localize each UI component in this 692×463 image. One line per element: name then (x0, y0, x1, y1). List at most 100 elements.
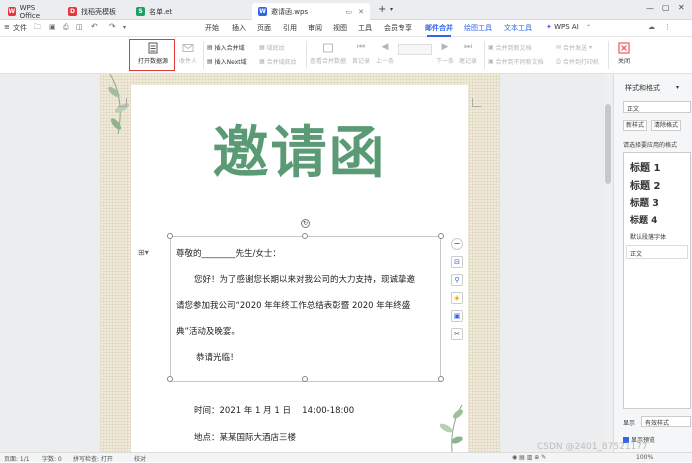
paragraph-line[interactable]: 典”活动及晚宴。 (176, 325, 240, 337)
separator (608, 41, 609, 69)
tab-template[interactable]: D 找稻壳模板 (62, 3, 128, 20)
paragraph-line[interactable]: 请您参加我公司“2020 年年终工作总结表彰暨 2020 年年终盛 (176, 299, 410, 311)
menu-insert[interactable]: 插入 (232, 23, 246, 33)
menu-reference[interactable]: 引用 (283, 23, 297, 33)
resize-handle[interactable] (438, 376, 444, 382)
paragraph-line[interactable]: 您好！为了感谢您长期以来对我公司的大力支持，现诚挚邀 (194, 273, 415, 285)
settings-icon[interactable]: ⋮ (664, 23, 671, 31)
current-style-input[interactable]: 正文 (623, 101, 691, 113)
new-doc-icon: ▣ (488, 44, 494, 51)
new-style-button[interactable]: 新样式 (623, 120, 647, 131)
insert-next-field-button[interactable]: ▤ 插入Next域 (207, 57, 247, 66)
show-select[interactable]: 有效样式 (641, 416, 691, 427)
last-record-button[interactable]: ⏭ 尾记录 (456, 42, 480, 65)
link-icon[interactable]: ⚲ (451, 274, 463, 286)
minus-icon[interactable]: − (451, 238, 463, 250)
merge-send-button[interactable]: ✉ 合并发送 ▾ (556, 43, 592, 52)
menu-tools[interactable]: 工具 (358, 23, 372, 33)
resize-handle[interactable] (302, 376, 308, 382)
menu-icon[interactable]: ≡ (4, 23, 10, 31)
rotate-handle-icon[interactable]: ↻ (301, 219, 310, 228)
menu-mail-merge[interactable]: 邮件合并 (425, 23, 453, 37)
welcome-line[interactable]: 恭请光临！ (196, 351, 239, 363)
floating-toolbar: − ⊟ ⚲ ◈ ▣ ✂ (451, 238, 464, 340)
insert-merge-field-button[interactable]: ▤ 插入合并域 (207, 43, 245, 52)
menu-start[interactable]: 开始 (205, 23, 219, 33)
maximize-icon[interactable]: ▢ (662, 3, 670, 12)
redo-icon[interactable]: ↷ (109, 22, 116, 31)
zoom-level[interactable]: 100% (636, 454, 653, 461)
view-merged-data-button[interactable]: 查看合并数据 (310, 42, 346, 65)
next-record-button[interactable]: ▶ 下一条 (434, 42, 456, 65)
writer-icon: W (258, 7, 267, 16)
merge-field-shading-button[interactable]: ▦ 合并域底纹 (259, 57, 297, 66)
clear-format-button[interactable]: 清除格式 (651, 120, 681, 131)
style-heading-4[interactable]: 标题 4 (630, 213, 657, 226)
prev-record-button[interactable]: ◀ 上一条 (374, 42, 396, 65)
record-number-input[interactable] (398, 44, 432, 55)
chevron-down-icon[interactable]: ▾ (676, 84, 679, 91)
menu-member[interactable]: 会员专享 (384, 23, 412, 33)
resize-handle[interactable] (167, 376, 173, 382)
style-default-font[interactable]: 默认段落字体 (630, 232, 666, 241)
ribbon-collapse-icon[interactable]: ⌃ (586, 24, 591, 31)
style-list[interactable]: 标题 1 标题 2 标题 3 标题 4 默认段落字体 正文 (623, 152, 691, 409)
more-icon[interactable]: ▾ (123, 24, 126, 31)
chevron-down-icon[interactable]: ▾ (390, 6, 393, 13)
save-icon[interactable]: ▣ (49, 23, 56, 31)
screen-icon[interactable]: ▭ (345, 8, 352, 16)
style-body[interactable]: 正文 (626, 245, 688, 259)
doc-title[interactable]: 邀请函 (131, 122, 468, 186)
merge-to-new-doc-button[interactable]: ▣ 合并到新文档 (488, 43, 532, 52)
share-icon[interactable]: ☁ (648, 23, 655, 31)
preview-icon[interactable]: ◫ (76, 23, 83, 31)
style-heading-3[interactable]: 标题 3 (630, 195, 659, 209)
resize-handle[interactable] (167, 233, 173, 239)
last-icon: ⏭ (463, 42, 473, 52)
fill-color-icon[interactable]: ◈ (451, 292, 463, 304)
margin-mark (118, 98, 127, 107)
menu-view[interactable]: 视图 (333, 23, 347, 33)
recipients-button[interactable]: 收件人 (176, 42, 200, 65)
view-mode-icon[interactable]: ◉ ▤ ▥ ⊕ ✎ (512, 454, 546, 461)
watermark: CSDN @2401_87521177 (537, 442, 648, 452)
tab-wps-office[interactable]: W WPS Office (2, 3, 58, 20)
minimize-icon[interactable]: — (646, 4, 654, 13)
close-window-icon[interactable]: ✕ (678, 3, 685, 12)
menu-text-tools[interactable]: 文本工具 (504, 23, 532, 33)
menu-wps-ai[interactable]: ✦ WPS AI (546, 23, 579, 31)
close-merge-button[interactable]: 关闭 (613, 42, 635, 65)
mail-merge-ribbon: 打开数据源 收件人 ▤ 插入合并域 ▤ 插入Next域 ▦ 域底纹 ▦ 合并域底纹 查看… (0, 37, 692, 74)
place-line[interactable]: 地点：某某国际大酒店三楼 (194, 431, 296, 443)
merge-to-printer-button[interactable]: ⎙ 合并到打印机 (556, 57, 599, 67)
merge-to-diff-docs-button[interactable]: ▣ 合并到不同新文档 (488, 57, 544, 66)
layout-options-icon[interactable]: ⊞▾ (138, 248, 149, 257)
time-line[interactable]: 时间：2021 年 1 月 1 日 14:00-18:00 (194, 404, 354, 416)
file-menu[interactable]: 文件 (13, 23, 27, 33)
first-record-button[interactable]: ⏮ 首记录 (350, 42, 372, 65)
crop-icon[interactable]: ✂ (451, 328, 463, 340)
menu-page[interactable]: 页面 (257, 23, 271, 33)
style-heading-2[interactable]: 标题 2 (630, 177, 660, 192)
print-icon[interactable]: ⎙ (63, 23, 69, 32)
folder-icon[interactable]: 🗀 (34, 23, 41, 34)
tab-invitation[interactable]: W 邀请函.wps ▭ ✕ (252, 3, 370, 20)
greeting-line[interactable]: 尊敬的________先生/女士： (176, 247, 281, 259)
undo-icon[interactable]: ↶ (91, 22, 98, 31)
close-tab-icon[interactable]: ✕ (358, 8, 364, 16)
open-data-source-button[interactable]: 打开数据源 (133, 42, 173, 65)
wps-logo-icon: W (8, 7, 16, 16)
new-tab-icon[interactable]: + (378, 4, 386, 15)
scrollbar-thumb[interactable] (605, 104, 611, 184)
menu-drawing-tools[interactable]: 绘图工具 (464, 23, 492, 33)
resize-handle[interactable] (302, 233, 308, 239)
resize-handle[interactable] (438, 233, 444, 239)
textbox-icon[interactable]: ⊟ (451, 256, 463, 268)
style-heading-1[interactable]: 标题 1 (630, 159, 660, 174)
border-icon[interactable]: ▣ (451, 310, 463, 322)
field-shading-button[interactable]: ▦ 域底纹 (259, 43, 285, 52)
vertical-scrollbar[interactable] (604, 74, 612, 452)
menu-review[interactable]: 审阅 (308, 23, 322, 33)
tab-namelist[interactable]: S 名单.et (130, 3, 248, 20)
document-workspace[interactable]: 邀请函 ↻ ⊞▾ − ⊟ ⚲ ◈ ▣ ✂ 尊敬的________先生/女士： 您… (0, 74, 613, 452)
